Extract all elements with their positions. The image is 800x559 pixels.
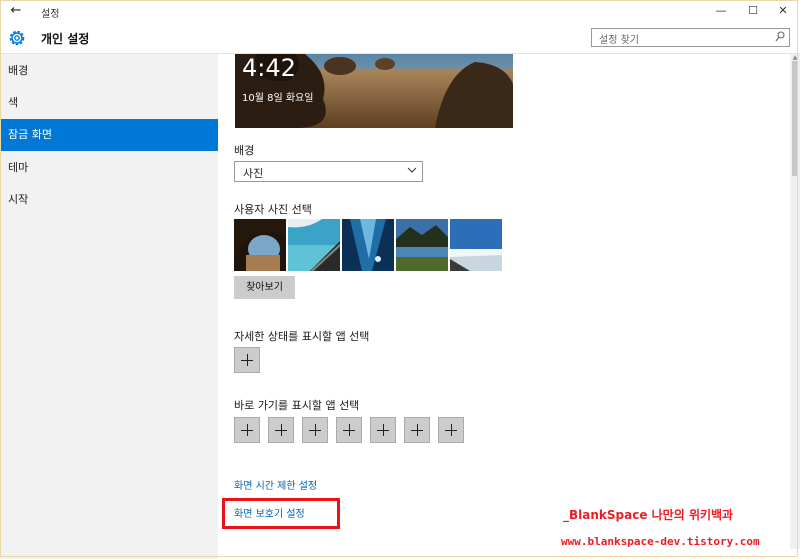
scrollbar-thumb[interactable] — [792, 61, 798, 176]
screen-timeout-link[interactable]: 화면 시간 제한 설정 — [234, 477, 317, 492]
add-quick-status-app-button[interactable] — [370, 417, 396, 443]
photo-thumbnail[interactable] — [396, 219, 448, 271]
browse-button[interactable]: 찾아보기 — [234, 276, 295, 299]
add-quick-status-app-button[interactable] — [438, 417, 464, 443]
watermark-url: www.blankspace-dev.tistory.com — [561, 535, 760, 548]
minimize-button[interactable]: — — [710, 2, 732, 20]
gear-icon — [9, 30, 25, 46]
search-placeholder: 설정 찾기 — [599, 35, 639, 46]
sidebar-item-lock-screen[interactable]: 잠금 화면 — [0, 119, 218, 151]
chevron-down-icon — [407, 167, 417, 173]
sidebar-item-background[interactable]: 배경 — [0, 55, 218, 87]
watermark-title: _BlankSpace 나만의 위키백과 — [563, 508, 734, 522]
window-title: 설정 — [41, 9, 60, 20]
add-quick-status-app-button[interactable] — [336, 417, 362, 443]
sidebar-item-color[interactable]: 색 — [0, 87, 218, 119]
sidebar: 배경 색 잠금 화면 테마 시작 — [0, 54, 218, 559]
lock-screen-preview: 4:42 10월 8일 화요일 — [235, 54, 513, 128]
highlight-box — [222, 498, 340, 529]
user-photos-label: 사용자 사진 선택 — [234, 203, 312, 216]
preview-time: 4:42 — [242, 54, 296, 82]
page-title: 개인 설정 — [41, 32, 90, 46]
preview-date: 10월 8일 화요일 — [242, 93, 314, 104]
detailed-status-label: 자세한 상태를 표시할 앱 선택 — [234, 330, 370, 343]
add-quick-status-app-button[interactable] — [404, 417, 430, 443]
add-detailed-status-app-button[interactable] — [234, 347, 260, 373]
search-input[interactable]: 설정 찾기 — [591, 28, 790, 47]
photo-thumbnail[interactable] — [234, 219, 286, 271]
back-arrow-icon[interactable]: ← — [6, 2, 26, 20]
add-quick-status-app-button[interactable] — [234, 417, 260, 443]
add-quick-status-app-button[interactable] — [268, 417, 294, 443]
maximize-button[interactable]: ☐ — [742, 2, 764, 20]
photo-thumbnail[interactable] — [288, 219, 340, 271]
close-button[interactable]: ✕ — [772, 2, 794, 20]
search-icon[interactable] — [775, 31, 785, 43]
title-bar: ← 설정 — ☐ ✕ — [0, 0, 800, 22]
photo-thumbnail[interactable] — [450, 219, 502, 271]
add-quick-status-app-button[interactable] — [302, 417, 328, 443]
quick-status-label: 바로 가기를 표시할 앱 선택 — [234, 399, 360, 412]
sidebar-item-themes[interactable]: 테마 — [0, 152, 218, 184]
background-dropdown-value: 사진 — [243, 167, 264, 180]
sidebar-item-start[interactable]: 시작 — [0, 184, 218, 216]
background-label: 배경 — [234, 144, 255, 157]
photo-thumbnail[interactable] — [342, 219, 394, 271]
background-dropdown[interactable]: 사진 — [234, 161, 423, 182]
header: 개인 설정 설정 찾기 — [0, 22, 800, 54]
content-pane — [218, 54, 790, 549]
